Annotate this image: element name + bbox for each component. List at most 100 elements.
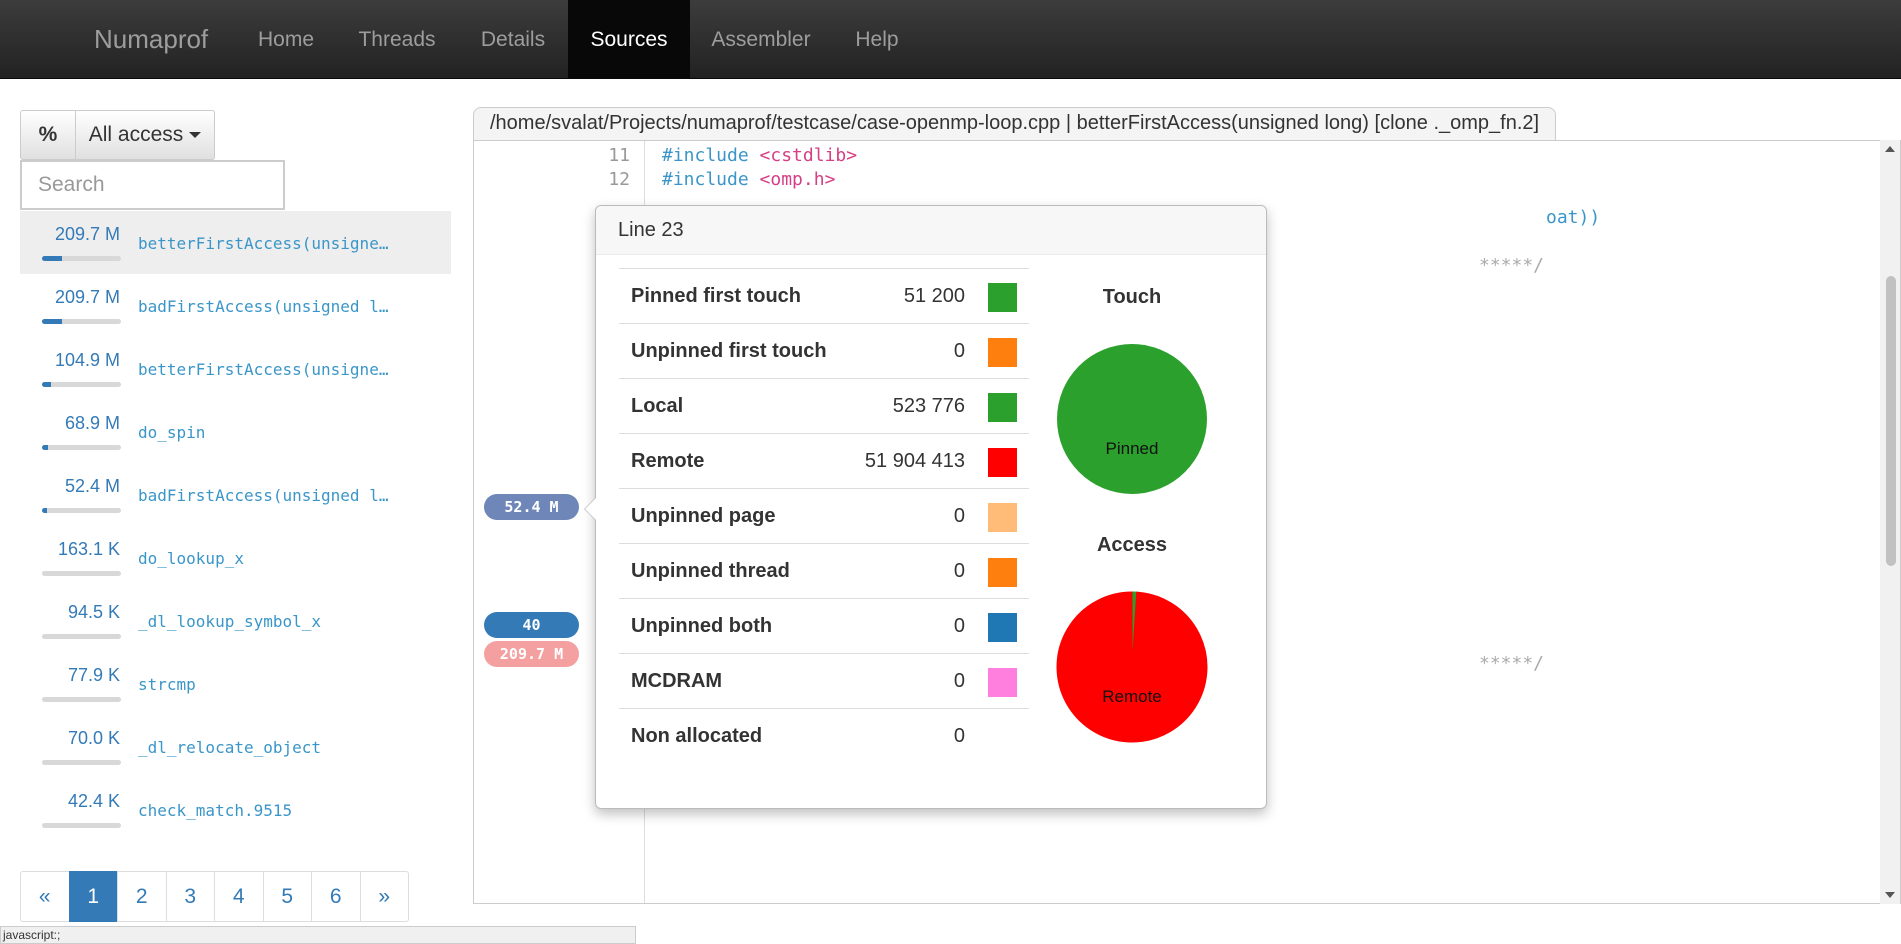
nav-threads[interactable]: Threads [340,0,454,79]
code-text: #include <omp.h> [662,169,836,190]
scroll-up-icon[interactable] [1885,146,1895,152]
function-count: 163.1 K [57,539,120,559]
function-name: check_match.9515 [138,801,293,820]
function-item[interactable]: 42.4 K check_match.9515 [20,778,451,841]
scroll-thumb[interactable] [1886,276,1896,566]
source-file-tab[interactable]: /home/svalat/Projects/numaprof/testcase/… [473,107,1557,140]
color-swatch [988,283,1017,312]
page-4[interactable]: 4 [214,871,264,922]
nav-home[interactable]: Home [240,0,332,79]
page-1[interactable]: 1 [68,871,118,922]
line-count-badge[interactable]: 40 [484,612,579,638]
function-item[interactable]: 104.9 M betterFirstAccess(unsigne… [20,337,451,400]
access-filter-dropdown[interactable]: All access [76,110,215,160]
color-swatch [988,558,1017,587]
function-count: 209.7 M [54,287,120,307]
top-navbar: Numaprof Home Threads Details Sources As… [0,0,1901,79]
caret-down-icon [189,132,202,139]
percent-toggle-button[interactable]: % [20,110,76,160]
stat-row: Pinned first touch 51 200 [619,268,1029,323]
stat-row: Unpinned both 0 [619,598,1029,653]
search-input[interactable] [20,160,285,210]
brand-logo[interactable]: Numaprof [94,0,208,79]
stat-value: 0 [953,725,965,747]
stats-table: Pinned first touch 51 200 Unpinned first… [619,268,1029,763]
page-5[interactable]: 5 [262,871,312,922]
function-item[interactable]: 209.7 M betterFirstAccess(unsigne… [20,211,451,274]
stat-label: Unpinned first touch [631,340,827,362]
line-number: 12 [608,169,630,190]
progress-fill [42,256,62,261]
function-progress-bar [42,382,121,387]
stat-label: Unpinned thread [631,560,790,582]
nav-sources[interactable]: Sources [568,0,690,79]
source-scrollbar[interactable] [1880,140,1900,904]
progress-fill [42,445,49,450]
progress-fill [42,382,52,387]
line-access-badge[interactable]: 52.4 M [484,494,579,520]
stat-value: 0 [953,560,965,582]
progress-fill [42,319,62,324]
stat-value: 0 [953,615,965,637]
line-details-popover: Line 23 Pinned first touch 51 200 Unpinn… [584,205,1267,809]
access-pie-chart [1056,591,1208,743]
function-progress-bar [42,634,121,639]
browser-status-bar: javascript:; [0,926,636,944]
function-progress-bar [42,823,121,828]
function-progress-bar [42,319,121,324]
stat-row: Remote 51 904 413 [619,433,1029,488]
function-name: strcmp [138,675,196,694]
function-item[interactable]: 94.5 K _dl_lookup_symbol_x [20,589,451,652]
function-item[interactable]: 77.9 K strcmp [20,652,451,715]
code-text: *****/ [1479,255,1545,276]
page-2[interactable]: 2 [117,871,167,922]
function-count: 77.9 K [67,665,120,685]
progress-fill [42,508,47,513]
function-count: 104.9 M [54,350,120,370]
scroll-down-icon[interactable] [1885,892,1895,898]
color-swatch [988,393,1017,422]
nav-assembler[interactable]: Assembler [696,0,826,79]
stat-value: 51 904 413 [864,450,965,472]
line-remote-badge[interactable]: 209.7 M [484,641,579,667]
function-name: betterFirstAccess(unsigne… [138,360,389,379]
stat-row: Unpinned thread 0 [619,543,1029,598]
page-6[interactable]: 6 [311,871,361,922]
function-item[interactable]: 68.9 M do_spin [20,400,451,463]
function-count: 68.9 M [64,413,120,433]
pie-slice [1056,591,1208,743]
stat-label: Non allocated [631,725,763,747]
access-chart-title: Access [1096,534,1168,556]
page-prev[interactable]: « [20,871,70,922]
pie-slice [1057,344,1207,494]
page-next[interactable]: » [359,871,409,922]
stat-label: Pinned first touch [631,285,801,307]
function-item[interactable]: 52.4 M badFirstAccess(unsigned l… [20,463,451,526]
touch-chart-title: Touch [1102,286,1162,308]
function-name: badFirstAccess(unsigned l… [138,486,389,505]
function-item[interactable]: 209.7 M badFirstAccess(unsigned l… [20,274,451,337]
color-swatch [988,613,1017,642]
stat-value: 0 [953,505,965,527]
code-text: oat)) [1546,207,1601,228]
page-3[interactable]: 3 [165,871,215,922]
function-item[interactable]: 163.1 K do_lookup_x [20,526,451,589]
function-progress-bar [42,508,121,513]
stat-value: 0 [953,340,965,362]
nav-help[interactable]: Help [840,0,914,79]
code-line: 12 #include <omp.h> [474,165,1854,194]
function-progress-bar [42,256,121,261]
touch-pie-chart [1057,344,1207,494]
stat-value: 523 776 [892,395,965,417]
access-filter-label: All access [88,123,184,146]
function-item[interactable]: 70.0 K _dl_relocate_object [20,715,451,778]
stat-label: Local [631,395,684,417]
nav-details[interactable]: Details [460,0,566,79]
stat-label: Unpinned both [631,615,773,637]
function-name: do_spin [138,423,206,442]
function-name: do_lookup_x [138,549,244,568]
function-progress-bar [42,445,121,450]
color-swatch [988,448,1017,477]
function-progress-bar [42,697,121,702]
stat-label: Unpinned page [631,505,776,527]
